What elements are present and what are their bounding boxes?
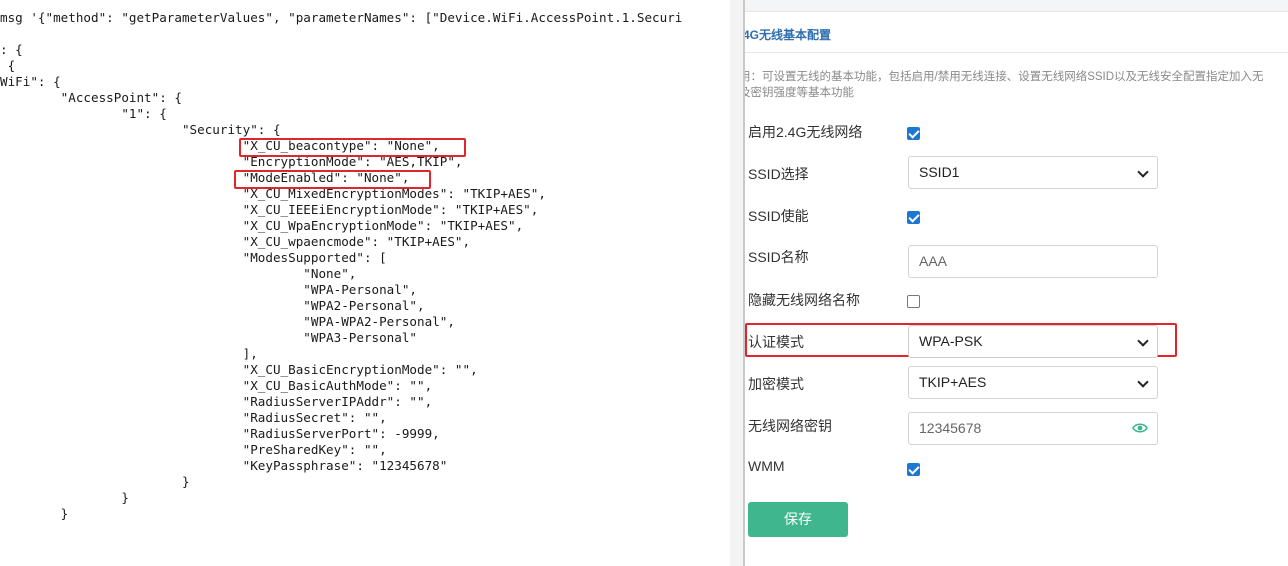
- encryption-mode-select[interactable]: TKIP+AES: [908, 366, 1158, 399]
- eye-icon[interactable]: [1132, 422, 1148, 434]
- wireless-key-input[interactable]: 12345678: [908, 412, 1158, 445]
- pane-divider: [730, 0, 744, 566]
- code-line: "X_CU_BasicEncryptionMode": "",: [0, 362, 478, 377]
- wifi-config-pane: 4G无线基本配置 用：可设置无线的基本功能，包括启用/禁用无线连接、设置无线网络…: [745, 0, 1288, 566]
- ssid-enable-label: SSID使能: [748, 208, 809, 224]
- code-line: "Security": {: [0, 122, 281, 137]
- hint-text-line2: 及密钥强度等基本功能: [745, 87, 854, 99]
- code-line: "X_CU_BasicAuthMode": "",: [0, 378, 433, 393]
- enable-24g-label: 启用2.4G无线网络: [748, 124, 863, 140]
- terminal-output-pane: msg '{"method": "getParameterValues", "p…: [0, 0, 730, 566]
- code-line: "AccessPoint": {: [0, 90, 182, 105]
- code-line: "RadiusSecret": "",: [0, 410, 387, 425]
- code-line: "WPA3-Personal": [0, 330, 418, 345]
- code-line: "WPA-WPA2-Personal",: [0, 314, 455, 329]
- code-line: "1": {: [0, 106, 167, 121]
- code-line: "ModesSupported": [: [0, 250, 387, 265]
- code-line: "X_CU_wpaencmode": "TKIP+AES",: [0, 234, 471, 249]
- chevron-down-icon: [1137, 335, 1149, 347]
- code-line: "KeyPassphrase": "12345678": [0, 458, 448, 473]
- code-line: "WPA2-Personal",: [0, 298, 425, 313]
- hide-ssid-checkbox[interactable]: [907, 295, 920, 308]
- hide-ssid-label: 隐藏无线网络名称: [748, 292, 860, 308]
- ssid-select[interactable]: SSID1: [908, 156, 1158, 189]
- wmm-label: WMM: [748, 458, 785, 474]
- auth-mode-value: WPA-PSK: [919, 333, 983, 349]
- auth-mode-label: 认证模式: [748, 334, 804, 350]
- encryption-mode-label: 加密模式: [748, 376, 804, 392]
- code-line: "X_CU_beacontype": "None",: [0, 138, 440, 153]
- title-divider: [745, 52, 1288, 53]
- wireless-key-label: 无线网络密钥: [748, 418, 832, 434]
- ssid-select-value: SSID1: [919, 164, 960, 180]
- ssid-name-value: AAA: [919, 253, 948, 269]
- ssid-enable-checkbox[interactable]: [907, 211, 920, 224]
- section-title: 4G无线基本配置: [745, 28, 832, 42]
- code-line: }: [0, 474, 190, 489]
- code-line: "ModeEnabled": "None",: [0, 170, 410, 185]
- code-line: "PreSharedKey": "",: [0, 442, 387, 457]
- code-line: "None",: [0, 266, 357, 281]
- hint-text-line1: 用：可设置无线的基本功能，包括启用/禁用无线连接、设置无线网络SSID以及无线安…: [745, 71, 1264, 83]
- code-line: "RadiusServerIPAddr": "",: [0, 394, 433, 409]
- code-line: "WPA-Personal",: [0, 282, 418, 297]
- ssid-name-input[interactable]: AAA: [908, 245, 1158, 278]
- code-line: "X_CU_MixedEncryptionModes": "TKIP+AES",: [0, 186, 546, 201]
- code-line: "EncryptionMode": "AES,TKIP",: [0, 154, 463, 169]
- code-line: "RadiusServerPort": -9999,: [0, 426, 440, 441]
- code-line: "X_CU_WpaEncryptionMode": "TKIP+AES",: [0, 218, 524, 233]
- code-line: WiFi": {: [0, 74, 61, 89]
- save-button[interactable]: 保存: [748, 502, 848, 537]
- chevron-down-icon: [1137, 166, 1149, 178]
- wmm-checkbox[interactable]: [907, 463, 920, 476]
- code-line: ],: [0, 346, 258, 361]
- code-line: msg '{"method": "getParameterValues", "p…: [0, 10, 683, 25]
- code-line: }: [0, 506, 69, 521]
- top-bar: [745, 0, 1288, 12]
- code-line: : {: [0, 42, 23, 57]
- auth-mode-select[interactable]: WPA-PSK: [908, 325, 1158, 358]
- encryption-mode-value: TKIP+AES: [919, 374, 987, 390]
- code-line: "X_CU_IEEEiEncryptionMode": "TKIP+AES",: [0, 202, 539, 217]
- enable-24g-checkbox[interactable]: [907, 127, 920, 140]
- ssid-select-label: SSID选择: [748, 166, 809, 182]
- wireless-key-value: 12345678: [919, 420, 982, 436]
- code-line: }: [0, 490, 129, 505]
- chevron-down-icon: [1137, 376, 1149, 388]
- code-line: {: [0, 58, 16, 73]
- ssid-name-label: SSID名称: [748, 249, 809, 265]
